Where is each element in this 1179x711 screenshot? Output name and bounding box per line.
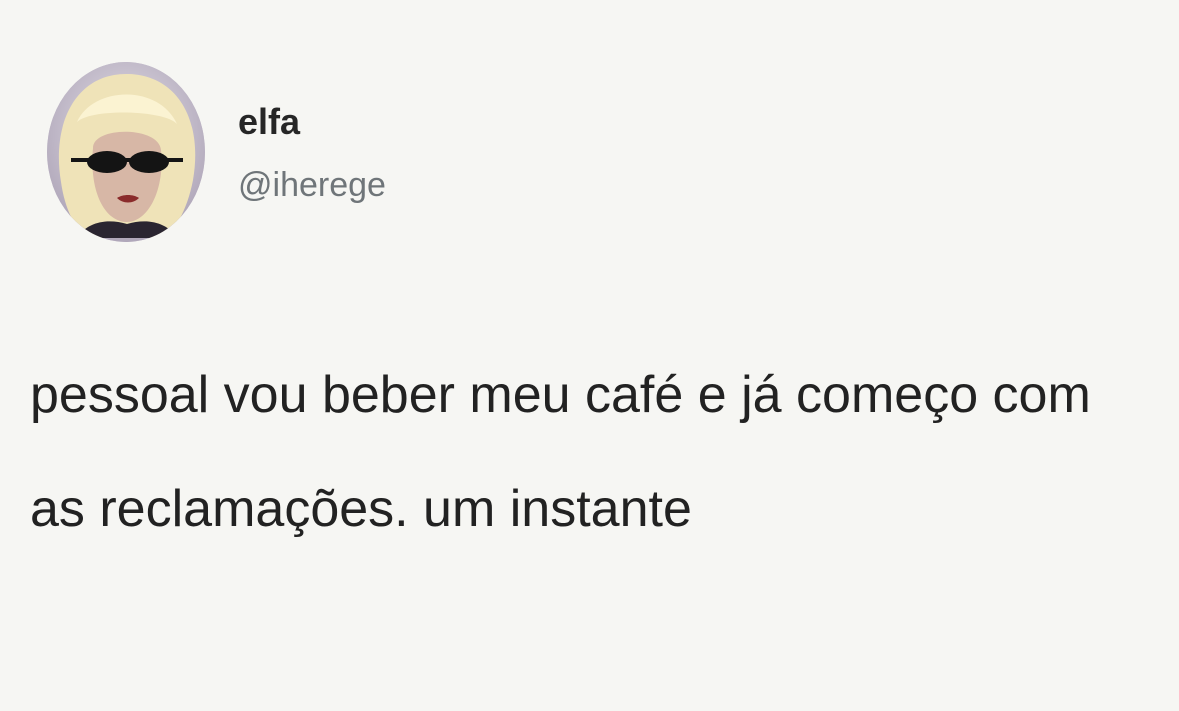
author-display-name[interactable]: elfa <box>238 104 300 140</box>
tweet-card: elfa @iherege pessoal vou beber meu café… <box>0 0 1179 711</box>
profile-photo-icon <box>47 62 205 242</box>
tweet-body-text: pessoal vou beber meu café e já começo c… <box>30 366 1091 538</box>
author-handle[interactable]: @iherege <box>238 168 386 202</box>
avatar[interactable] <box>47 62 205 242</box>
